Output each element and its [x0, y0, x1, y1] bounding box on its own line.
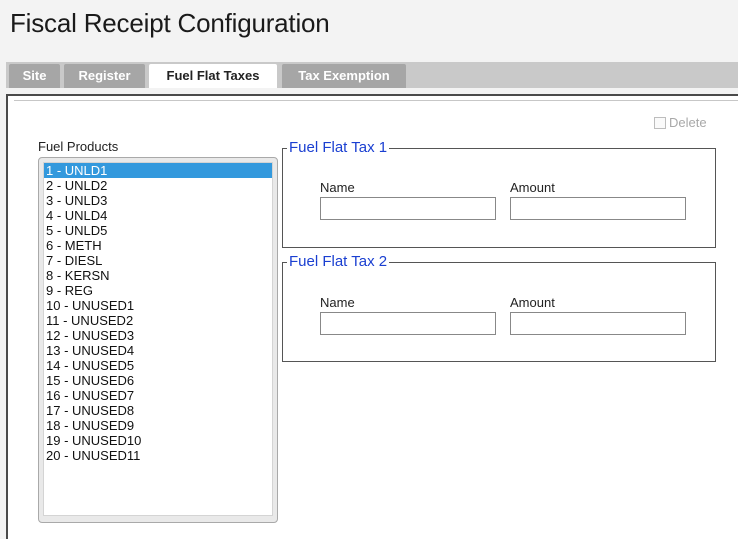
list-item[interactable]: 9 - REG	[44, 283, 272, 298]
fuel-products-label: Fuel Products	[38, 139, 119, 154]
tax2-amount-input[interactable]	[510, 312, 686, 335]
delete-label: Delete	[669, 115, 707, 130]
list-item[interactable]: 4 - UNLD4	[44, 208, 272, 223]
page-title: Fiscal Receipt Configuration	[10, 8, 330, 38]
list-item[interactable]: 1 - UNLD1	[44, 163, 272, 178]
tax2-amount-label: Amount	[510, 295, 555, 310]
checkbox-icon[interactable]	[654, 116, 666, 129]
list-item[interactable]: 20 - UNUSED11	[44, 448, 272, 463]
tab-site[interactable]: Site	[9, 64, 60, 88]
tax1-amount-input[interactable]	[510, 197, 686, 220]
list-item[interactable]: 6 - METH	[44, 238, 272, 253]
list-item[interactable]: 18 - UNUSED9	[44, 418, 272, 433]
list-item[interactable]: 15 - UNUSED6	[44, 373, 272, 388]
tax1-name-input[interactable]	[320, 197, 496, 220]
list-item[interactable]: 7 - DIESL	[44, 253, 272, 268]
fuel-flat-tax-1-legend: Fuel Flat Tax 1	[287, 139, 390, 156]
tax1-name-label: Name	[320, 180, 355, 195]
tax2-name-label: Name	[320, 295, 355, 310]
fuel-products-list[interactable]: 1 - UNLD1 2 - UNLD2 3 - UNLD3 4 - UNLD4 5 - …	[43, 162, 273, 516]
tab-register[interactable]: Register	[64, 64, 145, 88]
list-item[interactable]: 10 - UNUSED1	[44, 298, 272, 313]
delete-checkbox[interactable]: Delete	[654, 115, 707, 130]
list-item[interactable]: 13 - UNUSED4	[44, 343, 272, 358]
tab-tax-exemption[interactable]: Tax Exemption	[282, 64, 406, 88]
list-item[interactable]: 17 - UNUSED8	[44, 403, 272, 418]
list-item[interactable]: 19 - UNUSED10	[44, 433, 272, 448]
list-item[interactable]: 8 - KERSN	[44, 268, 272, 283]
panel-divider	[14, 100, 738, 105]
tab-fuel-flat-taxes[interactable]: Fuel Flat Taxes	[149, 64, 277, 88]
list-item[interactable]: 12 - UNUSED3	[44, 328, 272, 343]
list-item[interactable]: 16 - UNUSED7	[44, 388, 272, 403]
list-item[interactable]: 14 - UNUSED5	[44, 358, 272, 373]
tax1-amount-label: Amount	[510, 180, 555, 195]
list-item[interactable]: 11 - UNUSED2	[44, 313, 272, 328]
list-item[interactable]: 3 - UNLD3	[44, 193, 272, 208]
fuel-products-listbox[interactable]: 1 - UNLD1 2 - UNLD2 3 - UNLD3 4 - UNLD4 5 - …	[38, 157, 278, 523]
list-item[interactable]: 5 - UNLD5	[44, 223, 272, 238]
tax2-name-input[interactable]	[320, 312, 496, 335]
tab-bar: Site Register Fuel Flat Taxes Tax Exempt…	[6, 62, 738, 88]
fuel-flat-tax-2-legend: Fuel Flat Tax 2	[287, 253, 390, 270]
list-item[interactable]: 2 - UNLD2	[44, 178, 272, 193]
